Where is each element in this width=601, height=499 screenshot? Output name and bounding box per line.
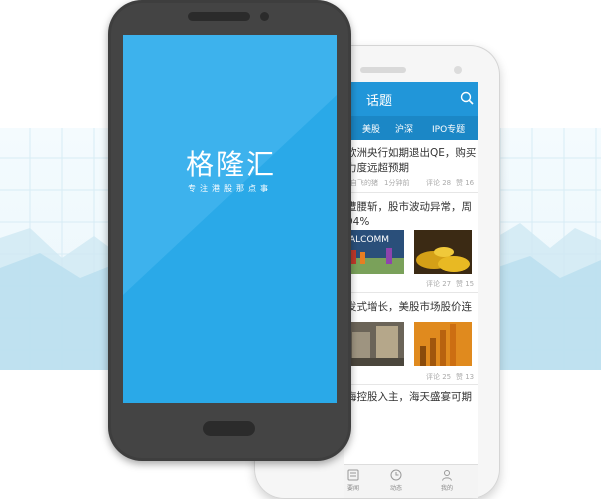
tab-shanghai-shenzhen[interactable]: 沪深 [395,122,413,135]
article-title-line: 海控股入主，海天盛宴可期 [346,391,472,403]
front-phone-speaker [188,12,250,21]
nav-news-label: 要闻 [346,485,359,492]
article-thumbnail [346,322,404,366]
article-title-line: 遭腰斩，股市波动异常，周 [346,201,472,213]
nav-news[interactable]: 要闻 [344,469,368,492]
app-logo-text: 格隆汇 [186,148,277,181]
app-screen: 话题 美股 沪深 IPO专题 欧洲央行如期退出QE，购买 力度远超预期 自飞的猪… [344,82,478,498]
front-phone-device: 格隆汇 专注港股那点事 [108,0,351,461]
nav-profile[interactable]: 我的 [432,469,462,492]
article-thumbnail [414,322,472,366]
article-title-line: 94% [346,216,370,228]
front-phone-camera [260,12,269,21]
thumbnail-caption: ALCOMM [349,235,389,245]
divider [344,384,478,385]
article-comments: 评论 28 [426,179,452,187]
screen-gloss [123,35,337,295]
app-tab-bar: 美股 沪深 IPO专题 [344,116,478,140]
article-item[interactable]: 发式增长，美股市场股价连 [344,300,478,315]
news-icon [347,469,359,481]
article-title-line: 发式增长，美股市场股价连 [346,301,472,313]
article-likes: 赞 16 [456,179,475,187]
nav-activity-label: 动态 [389,485,402,492]
person-icon [442,470,452,481]
back-phone-speaker [360,67,406,73]
article-item[interactable]: 遭腰斩，股市波动异常，周 94% [344,200,478,230]
article-source: 自飞的猪 [350,179,378,187]
nav-activity[interactable]: 动态 [381,469,411,492]
back-phone-camera [454,66,462,74]
article-title-line: 力度远超预期 [346,162,409,174]
article-comments: 评论 25 [426,373,452,381]
article-likes: 赞 13 [456,373,475,381]
article-comments: 评论 27 [426,280,452,288]
article-time: 1分钟前 [384,179,410,187]
tab-ipo[interactable]: IPO专题 [432,122,465,135]
bottom-navigation: 要闻 动态 我的 [344,464,478,498]
app-slogan: 专注港股那点事 [188,184,272,193]
clock-icon [390,469,402,481]
tab-us-stocks[interactable]: 美股 [362,122,380,135]
splash-screen: 格隆汇 专注港股那点事 [123,35,337,403]
article-item[interactable]: 海控股入主，海天盛宴可期 [344,390,478,405]
nav-profile-label: 我的 [440,485,453,492]
article-title-line: 欧洲央行如期退出QE，购买 [346,147,477,159]
article-thumbnail: ALCOMM [346,230,404,274]
article-thumbnail [414,230,472,274]
app-header: 话题 [344,82,478,116]
article-item[interactable]: 欧洲央行如期退出QE，购买 力度远超预期 [344,146,478,176]
home-button[interactable] [203,421,255,436]
search-icon[interactable] [460,91,474,105]
article-likes: 赞 15 [456,280,475,288]
divider [344,192,478,193]
app-header-title: 话题 [366,94,393,109]
divider [344,292,478,293]
